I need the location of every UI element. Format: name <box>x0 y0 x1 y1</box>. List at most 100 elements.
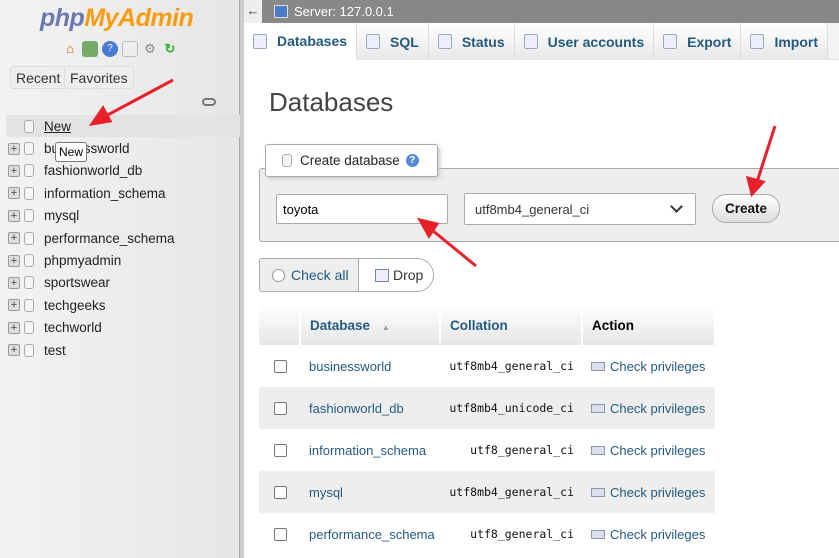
table-row: fashionworld_db utf8mb4_unicode_ci Check p… <box>259 387 715 429</box>
expand-icon[interactable]: + <box>8 254 20 267</box>
database-link[interactable]: businessworld <box>300 345 440 387</box>
database-link[interactable]: information_schema <box>300 429 440 471</box>
tree-item-database[interactable]: + phpmyadmin <box>8 249 240 271</box>
database-icon <box>24 276 34 290</box>
server-link[interactable]: Server: 127.0.0.1 <box>294 4 394 19</box>
collation-value: utf8_general_ci <box>440 513 582 555</box>
collation-value: utf8mb4_general_ci <box>440 471 582 513</box>
column-header-collation[interactable]: Collation <box>440 305 583 345</box>
collation-value: utf8_general_ci <box>440 429 582 471</box>
tree-item-database[interactable]: + information_schema <box>8 182 240 204</box>
column-header-action: Action <box>582 305 716 345</box>
docs-icon[interactable] <box>122 41 138 57</box>
database-icon <box>282 154 292 167</box>
recent-button[interactable]: Recent <box>10 66 67 89</box>
help-icon[interactable]: ? <box>102 41 118 57</box>
tree-item-database[interactable]: + techgeeks <box>8 294 240 316</box>
row-checkbox[interactable] <box>274 485 287 499</box>
tab-icon <box>523 34 538 49</box>
privileges-icon <box>591 403 605 413</box>
tab-icon <box>663 34 678 49</box>
reload-icon[interactable]: ↻ <box>162 41 178 57</box>
row-checkbox[interactable] <box>274 359 287 373</box>
tree-item-database[interactable]: + mysql <box>8 205 240 227</box>
tab-databases[interactable]: Databases <box>244 23 358 60</box>
tab-status[interactable]: Status <box>428 23 515 60</box>
row-checkbox[interactable] <box>274 401 287 415</box>
check-privileges-link[interactable]: Check privileges <box>591 485 715 500</box>
table-row: businessworld utf8mb4_general_ci Check pri… <box>259 345 715 387</box>
tree-item-database[interactable]: + fashionworld_db <box>8 160 240 182</box>
collapse-button[interactable]: ← <box>244 0 262 23</box>
database-icon <box>24 186 34 200</box>
tree-item-database[interactable]: + performance_schema <box>8 227 240 249</box>
tab-user-accounts[interactable]: User accounts <box>514 23 655 60</box>
expand-icon[interactable]: + <box>8 321 20 334</box>
tab-import[interactable]: Import <box>741 23 829 60</box>
check-all-checkbox[interactable]: Check all <box>260 259 358 291</box>
tab-export[interactable]: Export <box>654 23 742 60</box>
check-privileges-link[interactable]: Check privileges <box>591 527 715 542</box>
database-icon <box>24 254 34 268</box>
tab-icon <box>750 34 765 49</box>
privileges-icon <box>591 445 605 455</box>
collation-value: utf8mb4_unicode_ci <box>440 387 582 429</box>
create-button[interactable]: Create <box>712 194 780 223</box>
phpmyadmin-logo[interactable]: phpMyAdmin <box>40 4 194 33</box>
privileges-icon <box>591 361 605 371</box>
tree-item-database[interactable]: +businessworld <box>8 137 240 159</box>
tab-icon <box>437 34 452 49</box>
server-icon <box>274 5 288 18</box>
table-row: information_schema utf8_general_ci Check p… <box>259 429 715 471</box>
tree-item-database[interactable]: + sportswear <box>8 272 240 294</box>
check-privileges-link[interactable]: Check privileges <box>591 443 715 458</box>
expand-icon[interactable]: + <box>8 344 20 357</box>
column-header-database[interactable]: Database ▲ <box>300 305 441 345</box>
check-privileges-link[interactable]: Check privileges <box>591 401 715 416</box>
link-icon[interactable] <box>202 98 216 106</box>
favorites-button[interactable]: Favorites <box>64 66 134 89</box>
database-icon <box>24 298 34 312</box>
expand-icon[interactable]: + <box>8 232 20 245</box>
table-row: mysql utf8mb4_general_ci Check privileges <box>259 471 715 513</box>
row-checkbox[interactable] <box>274 527 287 541</box>
navigation-panel: phpMyAdmin ⌂ ? ⚙ ↻ Recent Favorites New … <box>0 0 240 558</box>
privileges-icon <box>591 529 605 539</box>
row-checkbox[interactable] <box>274 443 287 457</box>
collation-select[interactable]: utf8mb4_general_ci <box>464 193 696 225</box>
database-link[interactable]: mysql <box>300 471 440 513</box>
drop-button[interactable]: Drop <box>358 259 433 291</box>
settings-icon[interactable]: ⚙ <box>142 41 158 57</box>
create-database-legend: Create database? <box>265 144 438 177</box>
database-link[interactable]: performance_schema <box>300 513 440 555</box>
tree-item-database[interactable]: + test <box>8 339 240 361</box>
home-icon[interactable]: ⌂ <box>62 41 78 57</box>
expand-icon[interactable]: + <box>8 187 20 200</box>
panel-resizer[interactable] <box>240 0 244 558</box>
tree-item-new[interactable]: New <box>6 115 240 138</box>
expand-icon[interactable]: + <box>8 276 20 289</box>
help-icon[interactable]: ? <box>405 154 419 167</box>
expand-icon[interactable]: + <box>8 164 20 177</box>
tooltip: New <box>55 142 88 162</box>
database-link[interactable]: fashionworld_db <box>300 387 440 429</box>
expand-icon[interactable]: + <box>8 142 20 155</box>
expand-icon[interactable]: + <box>8 299 20 312</box>
database-icon <box>24 164 34 178</box>
tree-item-database[interactable]: + techworld <box>8 317 240 339</box>
expand-icon[interactable]: + <box>8 209 20 222</box>
check-privileges-link[interactable]: Check privileges <box>591 359 715 374</box>
database-name-input[interactable]: toyota <box>276 194 448 224</box>
database-tree: New +businessworld+fashionworld_db+infor… <box>6 115 240 361</box>
tab-bar: Databases SQL Status User accounts Export Imp… <box>244 23 839 60</box>
page-title: Databases <box>269 87 394 117</box>
tab-sql[interactable]: SQL <box>357 23 429 60</box>
new-database-icon <box>24 119 34 133</box>
tab-icon <box>366 34 381 49</box>
privileges-icon <box>591 487 605 497</box>
logout-icon[interactable] <box>82 41 98 57</box>
databases-table: Database ▲ Collation Action businessworl… <box>259 305 716 555</box>
collation-value: utf8mb4_general_ci <box>440 345 582 387</box>
sort-asc-icon: ▲ <box>381 322 390 332</box>
breadcrumb: ← Server: 127.0.0.1 <box>244 0 839 23</box>
